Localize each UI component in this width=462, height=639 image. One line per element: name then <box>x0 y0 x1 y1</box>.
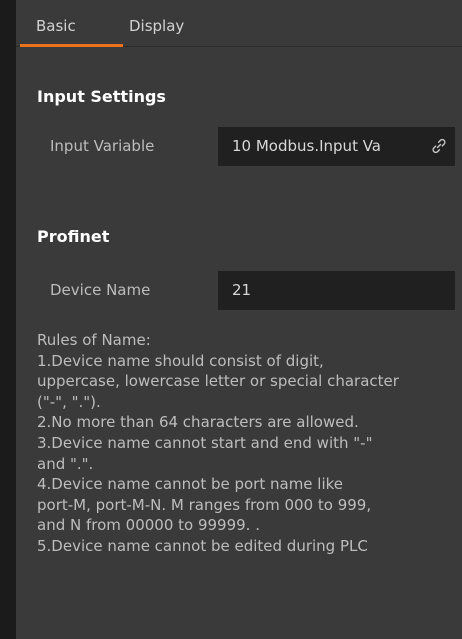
tab-bar: Basic Display <box>16 0 462 47</box>
tab-display[interactable]: Display <box>129 17 184 35</box>
device-name-label: Device Name <box>50 281 151 299</box>
link-icon[interactable] <box>430 137 448 155</box>
input-variable-field[interactable]: 10 Modbus.Input Va <box>218 127 455 166</box>
rules-line: and ".". <box>37 454 94 473</box>
rules-line: ("-", "."). <box>37 392 101 411</box>
input-variable-value: 10 Modbus.Input Va <box>232 137 382 155</box>
rules-line: 2.No more than 64 characters are allowed… <box>37 413 359 432</box>
rules-line: and N from 00000 to 99999. . <box>37 516 260 535</box>
input-settings-heading: Input Settings <box>37 87 166 106</box>
device-name-input[interactable]: 21 <box>218 271 455 310</box>
rules-line: 1.Device name should consist of digit, <box>37 351 324 370</box>
rules-line: uppercase, lowercase letter or special c… <box>37 372 399 391</box>
profinet-heading: Profinet <box>37 227 110 246</box>
active-tab-indicator <box>20 44 123 47</box>
rules-line: 5.Device name cannot be edited during PL… <box>37 536 368 555</box>
input-variable-label: Input Variable <box>50 137 155 155</box>
device-name-value: 21 <box>232 281 252 299</box>
naming-rules-text: Rules of Name: 1.Device name should cons… <box>37 330 462 557</box>
tab-basic[interactable]: Basic <box>36 17 76 35</box>
rules-line: port-M, port-M-N. M ranges from 000 to 9… <box>37 495 372 514</box>
rules-line: Rules of Name: <box>37 331 151 349</box>
rules-line: 4.Device name cannot be port name like <box>37 475 344 494</box>
properties-panel: Basic Display Input Settings Input Varia… <box>16 0 462 639</box>
rules-line: 3.Device name cannot start and end with … <box>37 433 373 452</box>
